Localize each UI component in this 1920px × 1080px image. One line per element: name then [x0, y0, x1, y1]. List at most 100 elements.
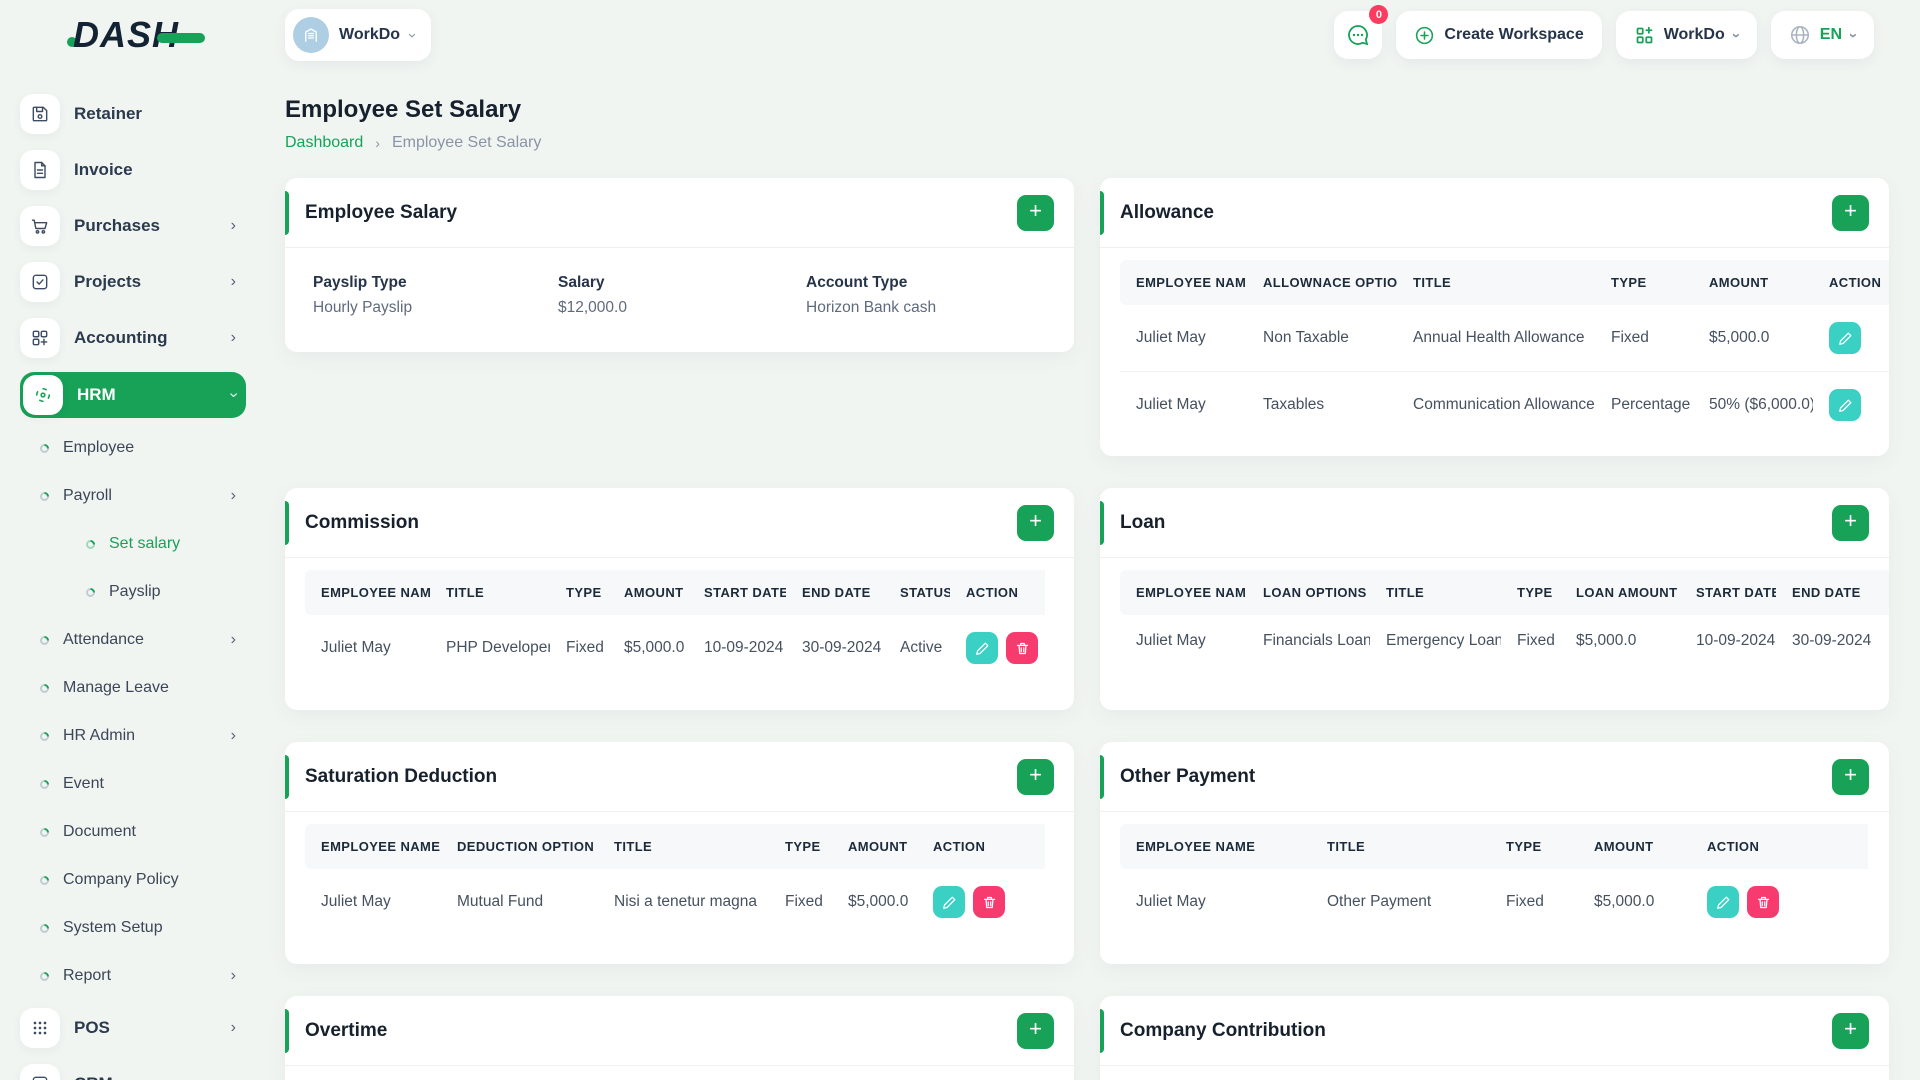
page-title: Employee Set Salary [285, 96, 522, 123]
table-cell: $5,000.0 [1576, 632, 1637, 649]
chevron-right-icon: › [230, 329, 236, 346]
bullet-icon [38, 633, 51, 647]
workdo-menu-label: WorkDo [1663, 26, 1725, 43]
column-header: Deduction Option [441, 824, 598, 869]
edit-button[interactable] [966, 632, 998, 664]
language-selector[interactable]: EN › [1770, 11, 1874, 59]
column-header: Loan Options [1247, 570, 1370, 615]
column-header: Action [917, 824, 1045, 869]
main-content: Employee Set Salary Dashboard › Employee… [258, 70, 1920, 1080]
sidebar-item-label: Set salary [109, 535, 181, 552]
hrm-icon [23, 375, 63, 415]
table-cell: Annual Health Allowance [1397, 305, 1595, 372]
bullet-icon [38, 729, 51, 743]
table-row: Juliet May Taxables Communication Allowanc… [1120, 372, 1889, 439]
column-header: Loan Amount [1560, 570, 1680, 615]
column-header: Employee Name [1120, 824, 1311, 869]
table-cell: Juliet May [1136, 396, 1206, 413]
sidebar-item-projects[interactable]: Projects › [20, 254, 246, 310]
card-title: Other Payment [1120, 765, 1256, 787]
card-title: Loan [1120, 511, 1166, 533]
commission-table: Employee Name Title Type Amount Start Date En… [285, 558, 1074, 699]
field-value: $12,000.0 [558, 299, 627, 316]
sidebar-item-set-salary[interactable]: Set salary [20, 520, 246, 568]
add-allowance-button[interactable]: + [1832, 194, 1869, 231]
breadcrumb: Dashboard › Employee Set Salary [285, 134, 1889, 152]
column-header: Amount [832, 824, 917, 869]
sidebar-item-payroll[interactable]: Payroll › [20, 472, 246, 520]
add-company-contribution-button[interactable]: + [1832, 1012, 1869, 1049]
pencil-icon [942, 896, 955, 909]
sidebar-item-retainer[interactable]: Retainer [20, 86, 246, 142]
workspace-avatar [293, 17, 329, 53]
sidebar-item-label: Payslip [109, 583, 161, 600]
delete-button[interactable] [973, 886, 1005, 918]
add-other-payment-button[interactable]: + [1832, 758, 1869, 795]
sidebar-item-hrm[interactable]: HRM › [20, 372, 246, 418]
edit-button[interactable] [933, 886, 965, 918]
add-commission-button[interactable]: + [1017, 504, 1054, 541]
sidebar-item-manage-leave[interactable]: Manage Leave [20, 664, 246, 712]
card-title: Overtime [305, 1019, 388, 1041]
sidebar-item-system-setup[interactable]: System Setup [20, 904, 246, 952]
breadcrumb-current: Employee Set Salary [391, 134, 542, 151]
create-workspace-button[interactable]: Create Workspace [1396, 11, 1602, 59]
column-header: Amount [1578, 824, 1691, 869]
table-cell: Fixed [566, 639, 604, 656]
add-loan-button[interactable]: + [1832, 504, 1869, 541]
overtime-card: Overtime + [285, 996, 1074, 1080]
table-cell: 50% ($6,000.0) [1709, 396, 1813, 413]
trash-icon [983, 896, 995, 908]
sidebar-item-event[interactable]: Event [20, 760, 246, 808]
sidebar: Retainer Invoice Purchases › Projects › Accoun… [0, 70, 258, 1080]
sidebar-item-invoice[interactable]: Invoice [20, 142, 246, 198]
column-header: Employee Name [1120, 570, 1247, 615]
column-header: Employee Name [1120, 260, 1247, 305]
table-cell: $5,000.0 [624, 639, 685, 656]
sidebar-item-label: Attendance [63, 631, 144, 648]
breadcrumb-dashboard-link[interactable]: Dashboard [285, 134, 363, 152]
table-cell: Active [900, 639, 943, 656]
sidebar-item-purchases[interactable]: Purchases › [20, 198, 246, 254]
sidebar-item-accounting[interactable]: Accounting › [20, 310, 246, 366]
table-cell: Taxables [1263, 396, 1325, 413]
workdo-menu-button[interactable]: WorkDo › [1615, 11, 1757, 59]
sidebar-item-report[interactable]: Report › [20, 952, 246, 1000]
sidebar-item-attendance[interactable]: Attendance › [20, 616, 246, 664]
table-row: Juliet May PHP Developer Fixed $5,000.0 10-0… [305, 615, 1045, 681]
table-row: Juliet May Mutual Fund Nisi a tenetur magn… [305, 869, 1045, 935]
table-cell: $5,000.0 [1594, 893, 1655, 910]
workspace-selector[interactable]: WorkDo › [285, 9, 432, 61]
sidebar-item-payslip[interactable]: Payslip [20, 568, 246, 616]
table-cell: Fixed [785, 893, 823, 910]
chevron-right-icon: › [230, 727, 236, 744]
table-row: Juliet May Non Taxable Annual Health Allow… [1120, 305, 1889, 372]
sidebar-item-company-policy[interactable]: Company Policy [20, 856, 246, 904]
field-payslip-type: Payslip Type Hourly Payslip [313, 274, 558, 317]
add-employee-salary-button[interactable]: + [1017, 194, 1054, 231]
sidebar-item-hr-admin[interactable]: HR Admin › [20, 712, 246, 760]
sidebar-item-employee[interactable]: Employee [20, 424, 246, 472]
sidebar-item-crm[interactable]: CRM › [20, 1056, 246, 1080]
edit-button[interactable] [1829, 322, 1861, 354]
chevron-right-icon: › [231, 1075, 236, 1080]
other-payment-table: Employee Name Title Type Amount Action Juliet… [1100, 812, 1889, 953]
edit-button[interactable] [1707, 886, 1739, 918]
sidebar-item-pos[interactable]: POS › [20, 1000, 246, 1056]
table-cell: 10-09-2024 [704, 639, 784, 656]
bullet-icon [84, 585, 97, 599]
table-cell: Fixed [1595, 305, 1693, 372]
messages-button[interactable]: 0 [1334, 5, 1389, 59]
saturation-deduction-table: Employee Name Deduction Option Title Type Am… [285, 812, 1074, 953]
workspace-name: WorkDo [339, 26, 401, 43]
delete-button[interactable] [1747, 886, 1779, 918]
sidebar-item-document[interactable]: Document [20, 808, 246, 856]
column-header: Type [1595, 260, 1693, 305]
add-saturation-deduction-button[interactable]: + [1017, 758, 1054, 795]
column-header: End Date [786, 570, 884, 615]
bullet-icon [38, 969, 51, 983]
edit-button[interactable] [1829, 389, 1861, 421]
delete-button[interactable] [1006, 632, 1038, 664]
add-overtime-button[interactable]: + [1017, 1012, 1054, 1049]
breadcrumb-separator: › [375, 135, 380, 151]
